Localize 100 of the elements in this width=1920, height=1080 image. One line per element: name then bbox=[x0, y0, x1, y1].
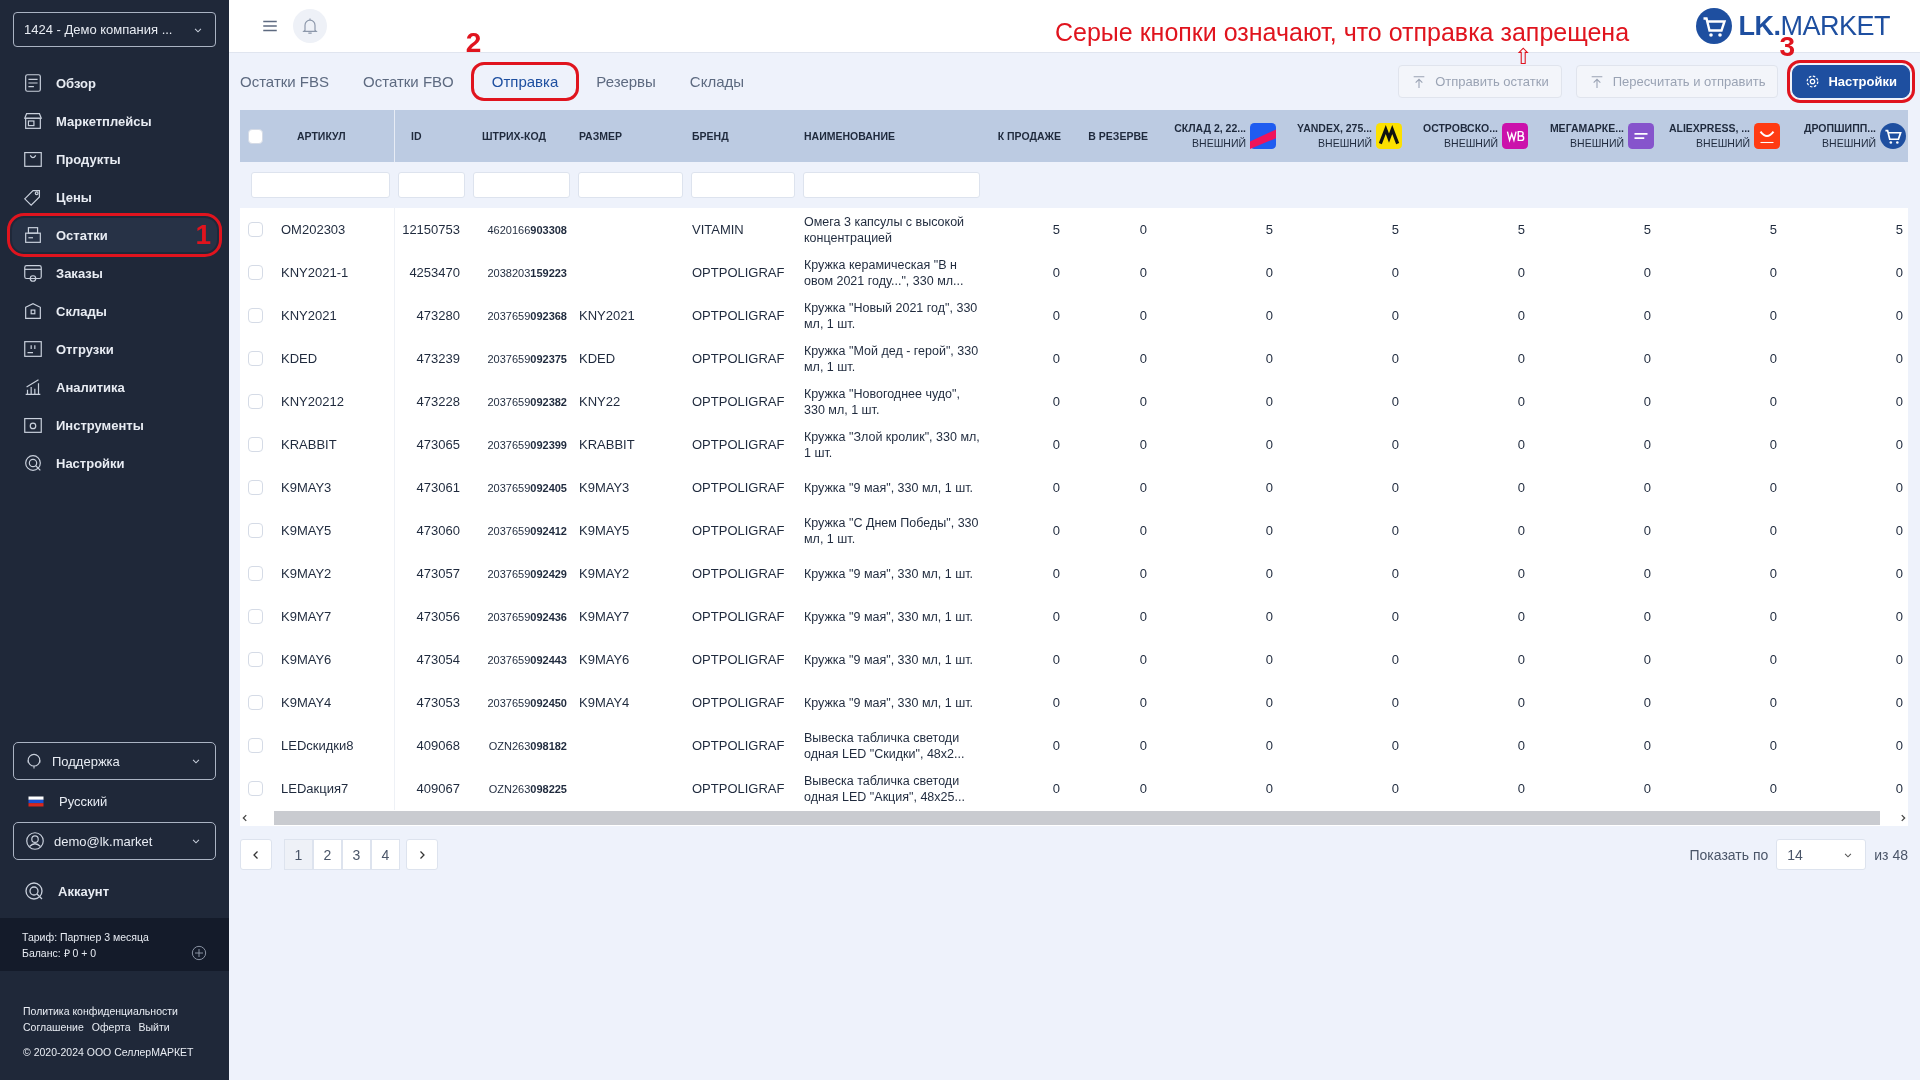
filter-field[interactable] bbox=[251, 172, 390, 198]
bell-icon bbox=[300, 16, 320, 36]
filter-field[interactable] bbox=[803, 172, 980, 198]
table-cell-text: 473054 bbox=[415, 652, 461, 667]
nav-item[interactable]: Аналитика bbox=[12, 370, 217, 404]
table-cell-text: 0 bbox=[1768, 695, 1778, 710]
page-button[interactable]: 4 bbox=[371, 839, 400, 870]
table-cell-text: K9MAY5 bbox=[280, 523, 333, 538]
next-page-button[interactable] bbox=[406, 839, 438, 870]
table-cell-text: 5 bbox=[1051, 222, 1061, 237]
table-cell-text: 0 bbox=[1390, 308, 1400, 323]
nav-item[interactable]: Настройки bbox=[12, 446, 217, 480]
tab[interactable]: Остатки FBS bbox=[240, 65, 344, 98]
company-select[interactable]: 1424 - Демо компания ... bbox=[13, 12, 216, 47]
table-cell-text: OM202303 bbox=[280, 222, 347, 237]
page-button[interactable]: 2 bbox=[313, 839, 342, 870]
column-header: НАИМЕНОВАНИЕ bbox=[804, 130, 895, 142]
nav-item[interactable]: Продукты bbox=[12, 142, 217, 176]
nav-item[interactable]: Цены bbox=[12, 180, 217, 214]
nav-item[interactable]: Отгрузки bbox=[12, 332, 217, 366]
account-link[interactable]: Аккаунт bbox=[0, 866, 229, 916]
column-header: ШТРИХ-КОД bbox=[482, 130, 546, 142]
scroll-right-icon[interactable] bbox=[1898, 813, 1908, 823]
table-cell-text: LEDакция7 bbox=[280, 781, 350, 796]
tab[interactable]: Склады bbox=[675, 65, 759, 98]
language-selector[interactable]: Русский bbox=[0, 780, 229, 822]
footer-link[interactable]: Политика конфиденциальности bbox=[23, 1003, 206, 1019]
table-cell-text: OPTPOLIGRAF bbox=[691, 437, 786, 452]
nav-item[interactable]: Маркетплейсы bbox=[12, 104, 217, 138]
table-cell-text: OPTPOLIGRAF bbox=[691, 480, 786, 495]
table-cell-text: 0 bbox=[1051, 566, 1061, 581]
table-cell-text: 473056 bbox=[415, 609, 461, 624]
table-cell-text: OPTPOLIGRAF bbox=[691, 652, 786, 667]
table-cell-text: 473061 bbox=[415, 480, 461, 495]
table-cell-text: 0 bbox=[1138, 609, 1148, 624]
table-cell-text: 0 bbox=[1264, 695, 1274, 710]
cart-logo-icon bbox=[1696, 8, 1733, 44]
row-checkbox[interactable] bbox=[248, 437, 263, 452]
column-header: ОСТРОВСКО... bbox=[1422, 121, 1498, 136]
user-dropdown[interactable]: demo@lk.market bbox=[13, 822, 216, 860]
tab[interactable]: Остатки FBO bbox=[349, 65, 468, 98]
add-icon[interactable] bbox=[191, 945, 207, 961]
column-subheader: ВНЕШНИЙ bbox=[1822, 136, 1876, 151]
support-dropdown[interactable]: Поддержка bbox=[13, 742, 216, 780]
page-button[interactable]: 3 bbox=[342, 839, 371, 870]
scroll-left-icon[interactable] bbox=[240, 813, 250, 823]
notifications-button[interactable] bbox=[293, 9, 327, 43]
table-cell-text: 473228 bbox=[415, 394, 461, 409]
marketplace-logo bbox=[1376, 123, 1402, 149]
row-checkbox[interactable] bbox=[248, 523, 263, 538]
tariff-text: Тариф: Партнер 3 месяца bbox=[22, 930, 149, 945]
row-checkbox[interactable] bbox=[248, 351, 263, 366]
footer-link[interactable]: Выйти bbox=[138, 1019, 170, 1035]
table-cell-text: 0 bbox=[1894, 265, 1904, 280]
filter-field[interactable] bbox=[691, 172, 795, 198]
row-checkbox[interactable] bbox=[248, 566, 263, 581]
table-cell-text: 0 bbox=[1642, 695, 1652, 710]
nav-item[interactable]: Инструменты bbox=[12, 408, 217, 442]
table-cell-text: 0 bbox=[1894, 695, 1904, 710]
row-checkbox[interactable] bbox=[248, 222, 263, 237]
nav-item[interactable]: Заказы bbox=[12, 256, 217, 290]
row-checkbox[interactable] bbox=[248, 265, 263, 280]
table-cell-text: 2038203159223 bbox=[486, 266, 568, 279]
footer-link[interactable]: Оферта bbox=[91, 1019, 131, 1035]
row-checkbox[interactable] bbox=[248, 781, 263, 796]
tab[interactable]: Резервы bbox=[582, 65, 670, 98]
table-cell-text: 2037659092382 bbox=[486, 395, 568, 408]
table-cell-text: 0 bbox=[1516, 738, 1526, 753]
filter-field[interactable] bbox=[398, 172, 465, 198]
row-checkbox[interactable] bbox=[248, 695, 263, 710]
select-all-checkbox[interactable] bbox=[248, 128, 263, 144]
column-subheader: ВНЕШНИЙ bbox=[1318, 136, 1372, 151]
previous-page-button[interactable] bbox=[240, 839, 272, 870]
footer-link[interactable]: Соглашение bbox=[23, 1019, 84, 1035]
page-button[interactable]: 1 bbox=[284, 839, 313, 870]
row-checkbox[interactable] bbox=[248, 609, 263, 624]
table-cell-text: K9MAY2 bbox=[578, 566, 631, 581]
table-cell-text: 0 bbox=[1768, 609, 1778, 624]
table-cell-text: OPTPOLIGRAF bbox=[691, 695, 786, 710]
row-checkbox[interactable] bbox=[248, 652, 263, 667]
row-checkbox[interactable] bbox=[248, 394, 263, 409]
table-cell-text: 0 bbox=[1768, 308, 1778, 323]
callout-number: 2 bbox=[465, 29, 482, 57]
table-cell-text: K9MAY3 bbox=[578, 480, 631, 495]
horizontal-scrollbar[interactable] bbox=[240, 810, 1908, 826]
table-cell-text: 0 bbox=[1051, 308, 1061, 323]
filter-field[interactable] bbox=[578, 172, 683, 198]
row-checkbox[interactable] bbox=[248, 738, 263, 753]
page-size-select[interactable]: 14 bbox=[1776, 839, 1867, 870]
table-cell-text: 5 bbox=[1768, 222, 1778, 237]
table-cell-text: 0 bbox=[1390, 566, 1400, 581]
scrollbar-thumb[interactable] bbox=[274, 811, 1880, 825]
nav-item[interactable]: Обзор bbox=[12, 66, 217, 100]
table-cell-text: 0 bbox=[1516, 437, 1526, 452]
table-cell-text: 0 bbox=[1894, 351, 1904, 366]
filter-field[interactable] bbox=[473, 172, 570, 198]
row-checkbox[interactable] bbox=[248, 480, 263, 495]
row-checkbox[interactable] bbox=[248, 308, 263, 323]
nav-item[interactable]: Склады bbox=[12, 294, 217, 328]
table-cell-text: 473280 bbox=[415, 308, 461, 323]
